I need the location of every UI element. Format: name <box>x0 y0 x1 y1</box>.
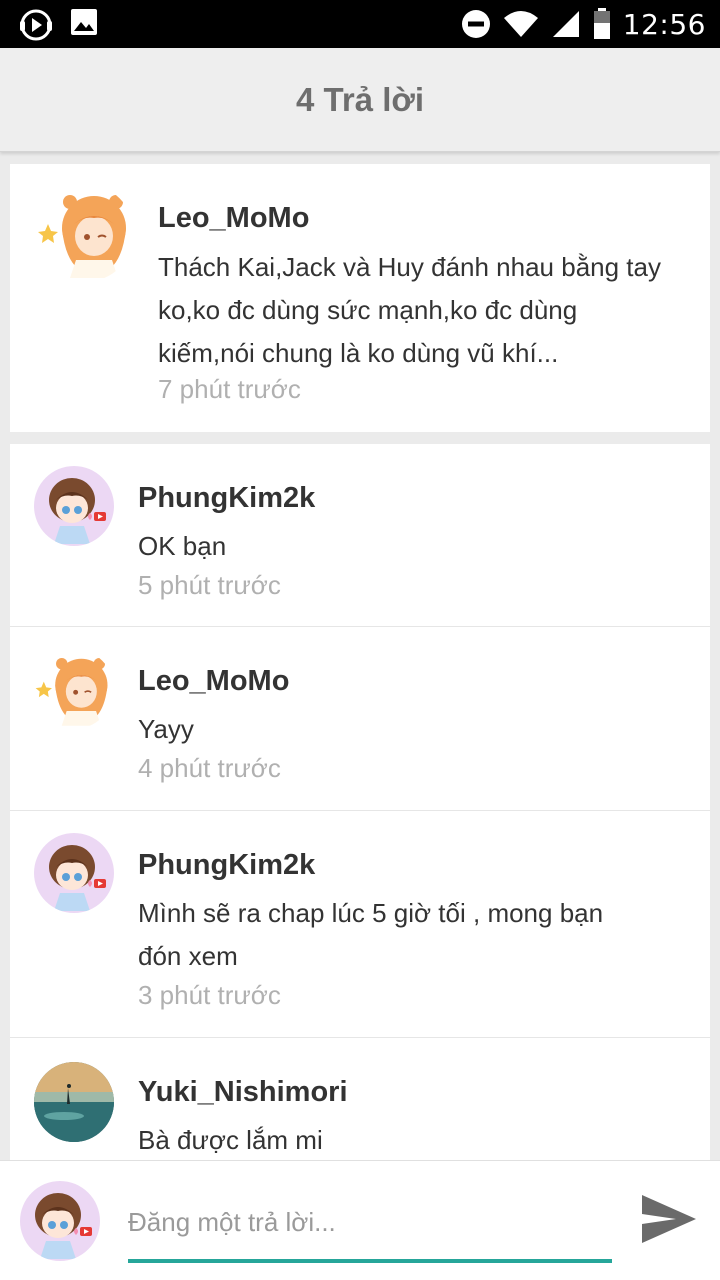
chibi-girl-avatar-icon <box>35 1193 92 1259</box>
chibi-girl-avatar-icon <box>49 845 106 911</box>
page-title: 4 Trả lời <box>295 80 425 118</box>
reply-timestamp: 3 phút trước <box>138 980 281 1010</box>
landscape-avatar-icon <box>34 1062 114 1142</box>
post-timestamp: 7 phút trước <box>158 374 301 404</box>
send-icon[interactable] <box>640 1193 698 1245</box>
status-bar: 12:56 <box>0 0 720 48</box>
wifi-icon <box>503 11 538 37</box>
reply-timestamp: 5 phút trước <box>138 570 281 600</box>
post-author[interactable]: Leo_MoMo <box>158 202 309 235</box>
reply-input[interactable] <box>128 1197 612 1247</box>
cellular-signal-icon <box>552 11 579 37</box>
chibi-girl-avatar-icon <box>49 478 106 544</box>
replies-list: PhungKim2k OK bạn 5 phút trước Leo_MoMo … <box>10 444 710 1164</box>
reply-text: Mình sẽ ra chap lúc 5 giờ tối , mong bạn… <box>138 898 604 971</box>
do-not-disturb-icon <box>461 10 490 38</box>
avatar[interactable] <box>34 649 114 729</box>
app-header: 4 Trả lời <box>0 48 720 152</box>
reply-composer <box>0 1160 720 1280</box>
original-post[interactable]: Leo_MoMo Thách Kai,Jack và Huy đánh nhau… <box>10 164 710 432</box>
list-item[interactable]: Yuki_Nishimori Bà được lắm mi <box>10 1038 710 1164</box>
reply-timestamp: 4 phút trước <box>138 753 281 783</box>
list-item[interactable]: Leo_MoMo Yayy 4 phút trước <box>10 627 710 810</box>
avatar[interactable] <box>34 1062 114 1142</box>
reply-text: Bà được lắm mi <box>138 1125 323 1155</box>
image-icon <box>71 9 97 35</box>
reply-text: Yayy <box>138 714 194 744</box>
input-underline <box>128 1259 612 1263</box>
media-play-icon <box>20 9 52 41</box>
reply-author[interactable]: PhungKim2k <box>138 482 315 515</box>
avatar[interactable] <box>34 833 114 913</box>
clock: 12:56 <box>622 7 706 41</box>
lion-girl-avatar-icon <box>35 657 108 726</box>
post-text: Thách Kai,Jack và Huy đánh nhau bằng tay… <box>158 252 661 368</box>
battery-icon <box>593 8 610 39</box>
lion-girl-avatar-icon <box>38 195 126 278</box>
reply-author[interactable]: Yuki_Nishimori <box>138 1076 348 1109</box>
avatar[interactable] <box>36 184 134 282</box>
avatar[interactable] <box>34 466 114 546</box>
reply-author[interactable]: PhungKim2k <box>138 849 315 882</box>
reply-author[interactable]: Leo_MoMo <box>138 665 289 698</box>
current-user-avatar[interactable] <box>20 1181 100 1261</box>
list-item[interactable]: PhungKim2k Mình sẽ ra chap lúc 5 giờ tối… <box>10 811 710 1037</box>
reply-text: OK bạn <box>138 531 227 561</box>
list-item[interactable]: PhungKim2k OK bạn 5 phút trước <box>10 444 710 626</box>
